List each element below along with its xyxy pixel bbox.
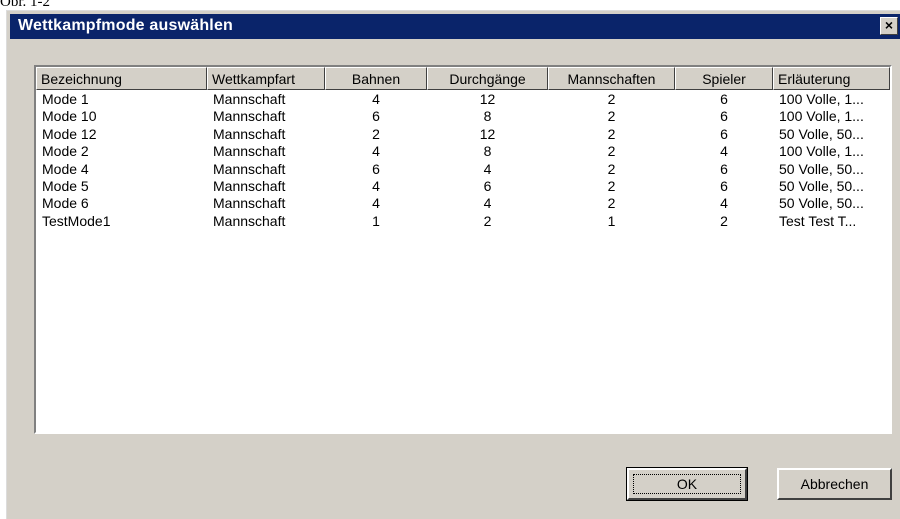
table-cell: 4 bbox=[372, 91, 380, 107]
table-cell: 6 bbox=[720, 108, 728, 125]
table-cell: 6 bbox=[372, 108, 380, 125]
cancel-label: Abbrechen bbox=[800, 476, 869, 492]
list-header: Bezeichnung Wettkampfart Bahnen Durchgän… bbox=[36, 67, 890, 90]
table-cell: Mannschaft bbox=[213, 212, 286, 229]
cancel-button[interactable]: Abbrechen bbox=[777, 468, 892, 500]
table-cell: Mode 12 bbox=[42, 125, 97, 142]
table-cell: 1 bbox=[607, 212, 616, 229]
table-cell: 6 bbox=[483, 177, 492, 194]
column-header-mannschaften[interactable]: Mannschaften bbox=[548, 67, 675, 90]
table-cell: 2 bbox=[607, 125, 616, 142]
table-cell: 6 bbox=[720, 125, 728, 142]
table-cell: Mode 1 bbox=[42, 91, 89, 107]
table-cell: 6 bbox=[720, 91, 728, 107]
table-row[interactable]: Mode 10 Mannschaft 6 8 2 6 100 Volle, 1... bbox=[36, 108, 890, 125]
table-cell: 6 bbox=[720, 160, 728, 177]
table-row[interactable]: Mode 12 Mannschaft 2 12 2 6 50 Volle, 50... bbox=[36, 126, 890, 143]
table-cell: 2 bbox=[483, 212, 492, 229]
list-rows: Mode 1 Mannschaft 4 12 2 6 100 Volle, 1... Mode… bbox=[36, 91, 890, 230]
table-cell: 6 bbox=[720, 177, 728, 194]
focus-rectangle bbox=[633, 474, 741, 494]
column-header-bezeichnung[interactable]: Bezeichnung bbox=[36, 67, 207, 90]
table-cell: Mode 5 bbox=[42, 177, 89, 194]
column-header-wettkampfart[interactable]: Wettkampfart bbox=[207, 67, 325, 90]
table-cell: 4 bbox=[372, 195, 380, 212]
table-row[interactable]: Mode 1 Mannschaft 4 12 2 6 100 Volle, 1... bbox=[36, 91, 890, 108]
table-cell: Mode 2 bbox=[42, 143, 89, 160]
table-cell: 100 Volle, 1... bbox=[779, 143, 864, 160]
table-cell: 4 bbox=[720, 143, 728, 160]
table-cell: 50 Volle, 50... bbox=[779, 160, 864, 177]
table-cell: 8 bbox=[483, 143, 492, 160]
select-mode-dialog: Wettkampfmode auswählen × Bezeichnung We… bbox=[6, 10, 900, 519]
table-cell: 4 bbox=[372, 143, 380, 160]
table-cell: 4 bbox=[483, 195, 492, 212]
table-cell: 4 bbox=[372, 177, 380, 194]
table-cell: Mannschaft bbox=[213, 91, 286, 107]
table-row[interactable]: TestMode1 Mannschaft 1 2 1 2 Test Test T... bbox=[36, 213, 890, 230]
column-header-bahnen[interactable]: Bahnen bbox=[325, 67, 427, 90]
close-button[interactable]: × bbox=[880, 17, 898, 35]
table-cell: 6 bbox=[372, 160, 380, 177]
table-cell: 2 bbox=[607, 177, 616, 194]
table-cell: Mannschaft bbox=[213, 160, 286, 177]
table-cell: Mannschaft bbox=[213, 108, 286, 125]
table-cell: Mannschaft bbox=[213, 125, 286, 142]
column-header-spieler[interactable]: Spieler bbox=[675, 67, 773, 90]
table-row[interactable]: Mode 5 Mannschaft 4 6 2 6 50 Volle, 50... bbox=[36, 178, 890, 195]
table-cell: Mode 10 bbox=[42, 108, 97, 125]
table-cell: Mannschaft bbox=[213, 143, 286, 160]
close-icon: × bbox=[884, 17, 894, 33]
table-cell: 50 Volle, 50... bbox=[779, 195, 864, 212]
column-header-durchgaenge[interactable]: Durchgänge bbox=[427, 67, 548, 90]
dialog-title: Wettkampfmode auswählen bbox=[18, 17, 234, 34]
table-row[interactable]: Mode 6 Mannschaft 4 4 2 4 50 Volle, 50... bbox=[36, 195, 890, 212]
table-cell: 8 bbox=[483, 108, 492, 125]
table-cell: TestMode1 bbox=[42, 212, 111, 229]
table-cell: 12 bbox=[479, 91, 496, 107]
table-cell: 2 bbox=[607, 91, 616, 107]
table-cell: 2 bbox=[607, 108, 616, 125]
table-row[interactable]: Mode 4 Mannschaft 6 4 2 6 50 Volle, 50... bbox=[36, 161, 890, 178]
table-cell: 4 bbox=[483, 160, 492, 177]
ok-button[interactable]: OK bbox=[626, 467, 748, 501]
table-cell: Mode 4 bbox=[42, 160, 89, 177]
table-row[interactable]: Mode 2 Mannschaft 4 8 2 4 100 Volle, 1... bbox=[36, 143, 890, 160]
table-cell: 50 Volle, 50... bbox=[779, 125, 864, 142]
table-cell: Mannschaft bbox=[213, 195, 286, 212]
table-cell: 2 bbox=[607, 160, 616, 177]
column-header-erlaeuterung[interactable]: Erläuterung bbox=[773, 67, 890, 90]
table-cell: 2 bbox=[607, 143, 616, 160]
table-cell: 1 bbox=[372, 212, 380, 229]
title-bar[interactable]: Wettkampfmode auswählen × bbox=[10, 14, 900, 39]
table-cell: 100 Volle, 1... bbox=[779, 108, 864, 125]
table-cell: 2 bbox=[372, 125, 380, 142]
table-cell: 2 bbox=[720, 212, 728, 229]
table-cell: 100 Volle, 1... bbox=[779, 91, 864, 107]
table-cell: 50 Volle, 50... bbox=[779, 177, 864, 194]
table-cell: Mode 6 bbox=[42, 195, 89, 212]
mode-list[interactable]: Bezeichnung Wettkampfart Bahnen Durchgän… bbox=[34, 65, 892, 434]
table-cell: 4 bbox=[720, 195, 728, 212]
table-cell: Mannschaft bbox=[213, 177, 286, 194]
table-cell: 2 bbox=[607, 195, 616, 212]
table-cell: Test Test T... bbox=[779, 212, 857, 229]
table-cell: 12 bbox=[479, 125, 496, 142]
